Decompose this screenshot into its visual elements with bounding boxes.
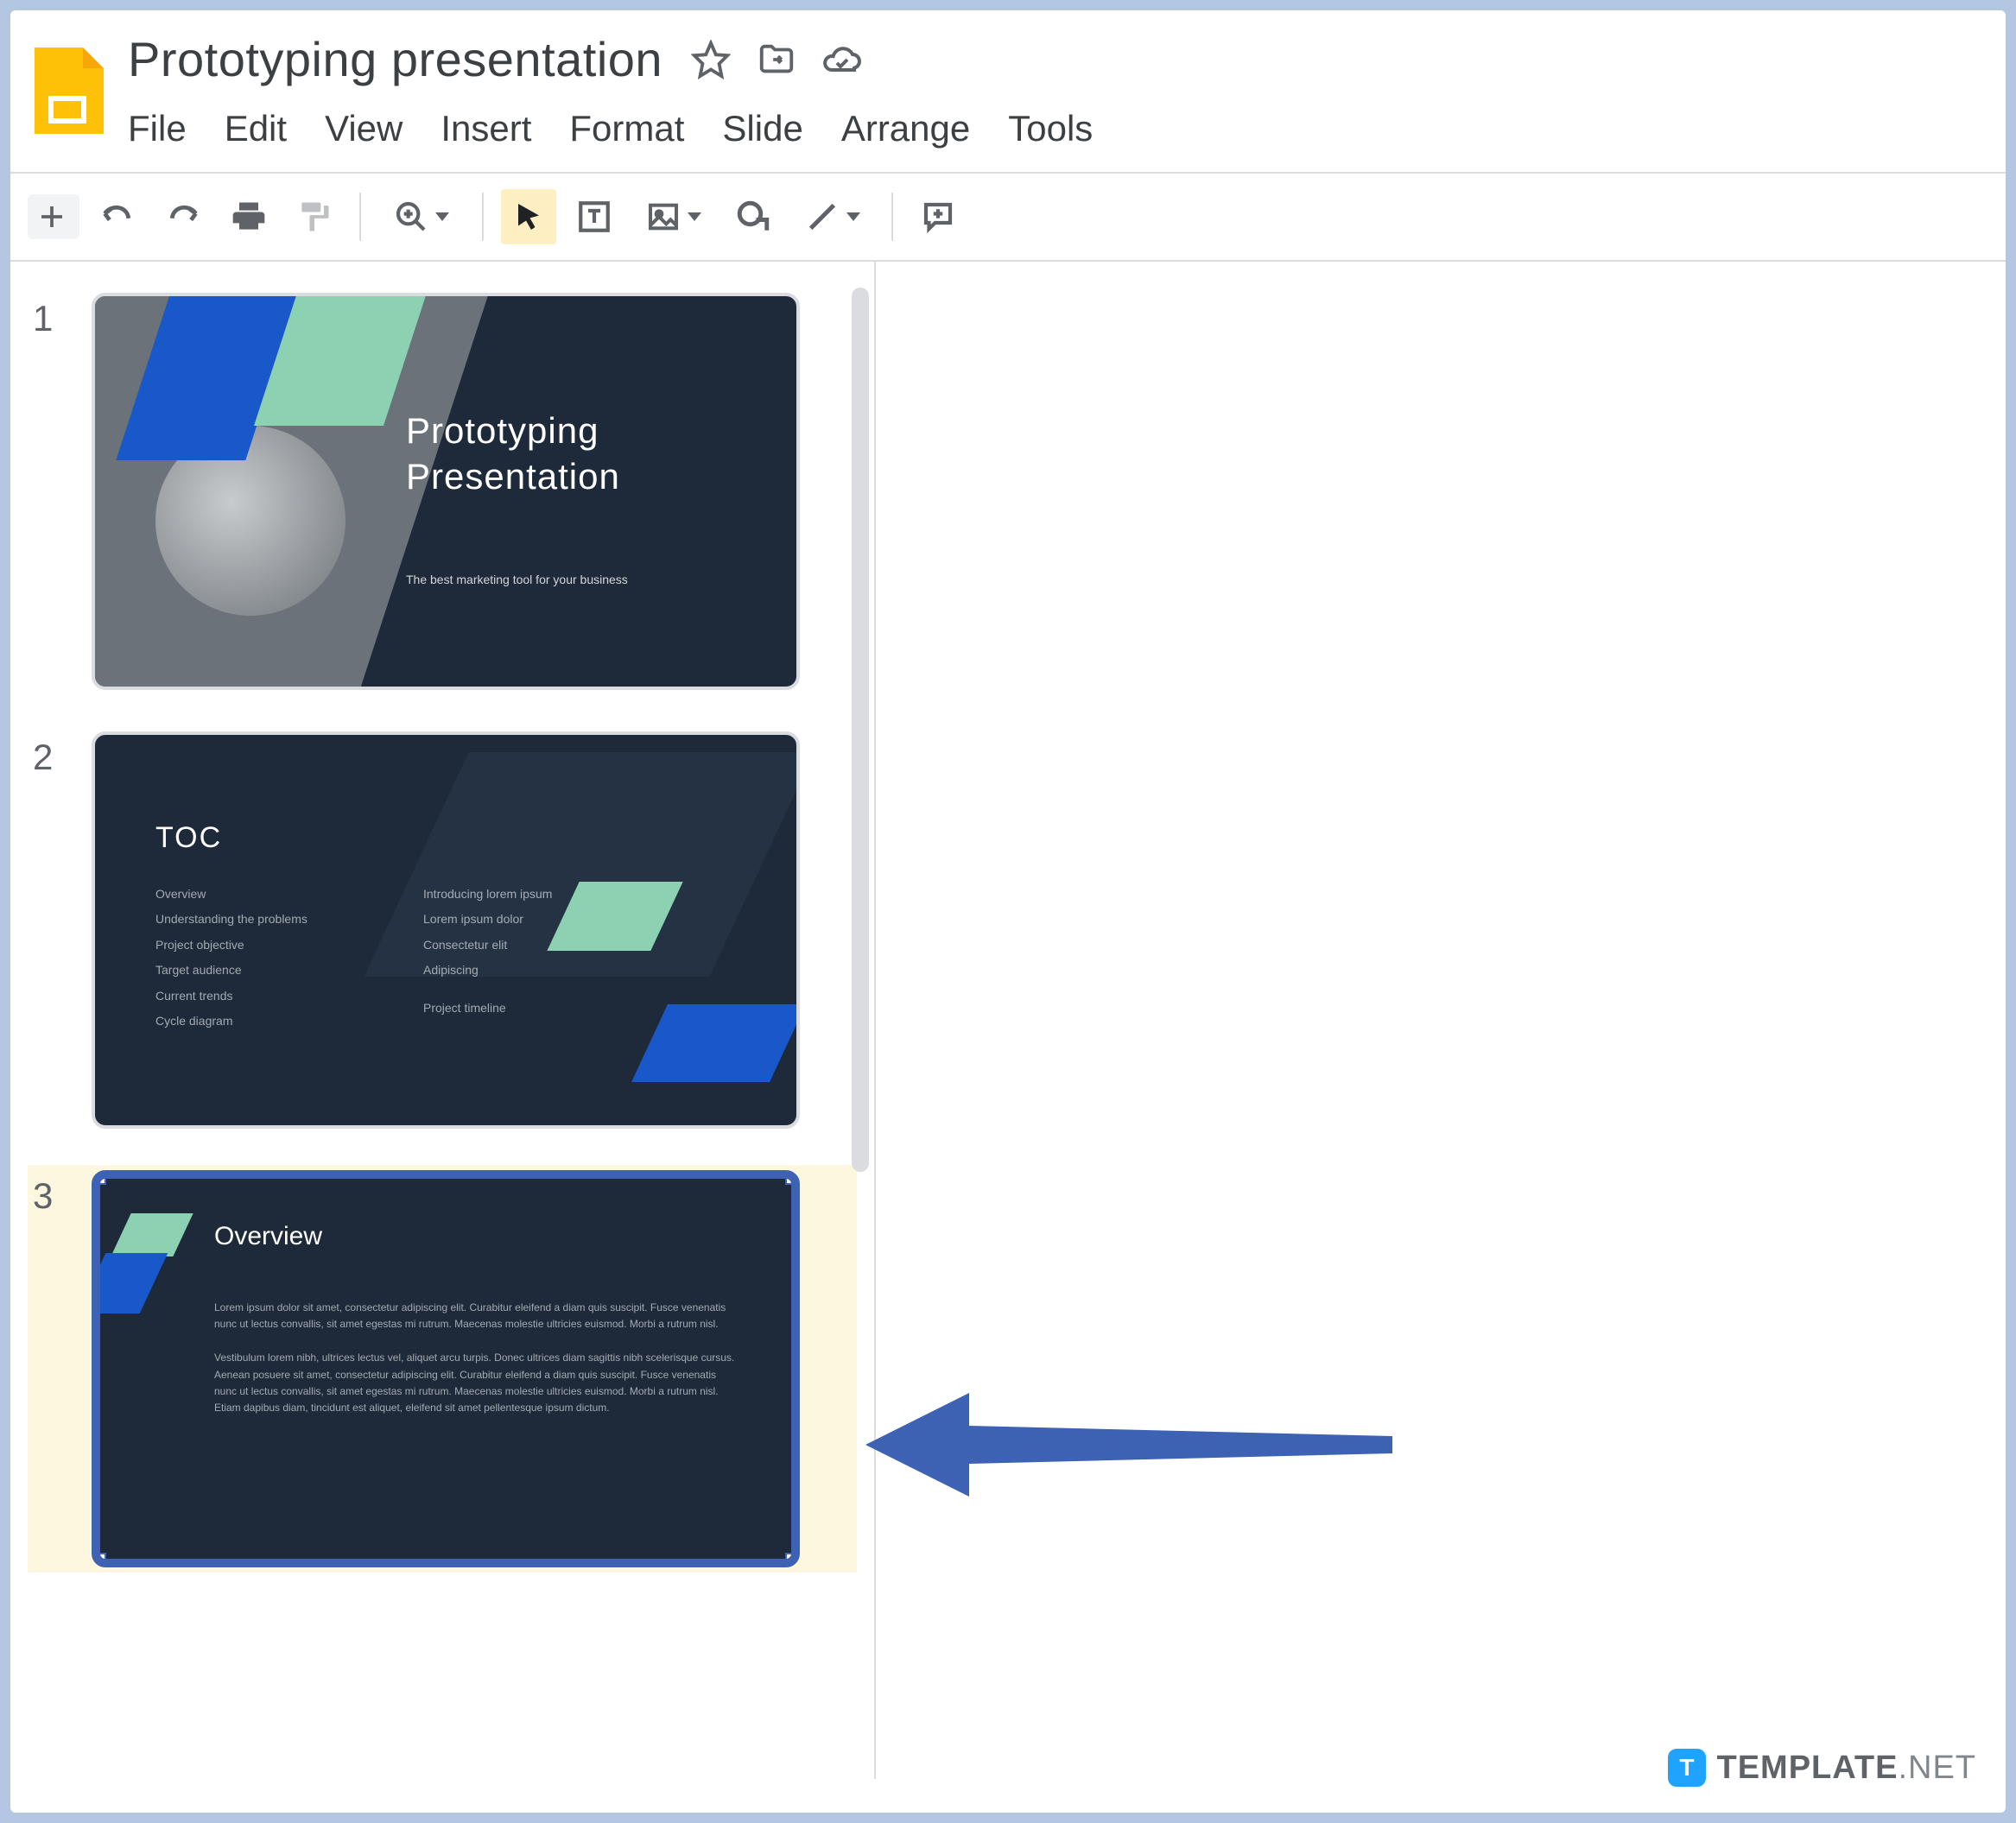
menu-view[interactable]: View <box>325 108 403 149</box>
menu-format[interactable]: Format <box>569 108 684 149</box>
chevron-down-icon[interactable] <box>846 212 860 221</box>
zoom-button[interactable] <box>378 189 465 244</box>
comment-button[interactable] <box>910 189 966 244</box>
redo-button[interactable] <box>155 189 211 244</box>
line-tool-button[interactable] <box>791 189 874 244</box>
menu-tools[interactable]: Tools <box>1008 108 1093 149</box>
menu-bar: File Edit View Insert Format Slide Arran… <box>128 87 1981 149</box>
move-folder-icon[interactable] <box>756 39 797 80</box>
textbox-tool-button[interactable] <box>567 189 622 244</box>
select-tool-button[interactable] <box>501 189 556 244</box>
slide-thumbnail-1[interactable]: Prototyping Presentation The best market… <box>92 293 800 690</box>
slide2-title: TOC <box>155 821 222 855</box>
slides-app-icon <box>35 44 104 137</box>
paint-format-button[interactable] <box>287 189 342 244</box>
slide1-subtitle: The best marketing tool for your busines… <box>406 573 628 586</box>
slide-number: 2 <box>33 731 67 778</box>
document-title[interactable]: Prototyping presentation <box>128 31 662 87</box>
chevron-down-icon[interactable] <box>435 212 449 221</box>
cloud-saved-icon[interactable] <box>821 39 863 80</box>
slide-number: 1 <box>33 293 67 339</box>
slide-panel[interactable]: 1 Prototyping Presentation The best mark… <box>10 262 874 1779</box>
shape-tool-button[interactable] <box>726 189 781 244</box>
menu-arrange[interactable]: Arrange <box>841 108 970 149</box>
slide3-body: Lorem ipsum dolor sit amet, consectetur … <box>214 1300 739 1434</box>
menu-insert[interactable]: Insert <box>441 108 531 149</box>
star-icon[interactable] <box>690 39 732 80</box>
toolbar <box>10 174 2006 260</box>
slide-row-selected[interactable]: 3 Overview Lorem ipsum dolor sit amet, c… <box>28 1165 857 1573</box>
slide-thumbnail-3[interactable]: Overview Lorem ipsum dolor sit amet, con… <box>92 1170 800 1567</box>
app-window: Prototyping presentation File Edit View <box>10 10 2006 1813</box>
slide2-toc-col2: Introducing lorem ipsum Lorem ipsum dolo… <box>423 882 552 1021</box>
menu-file[interactable]: File <box>128 108 187 149</box>
chevron-down-icon[interactable] <box>688 212 701 221</box>
slide-row[interactable]: 2 TOC Overview Understanding the problem… <box>28 726 857 1134</box>
watermark-badge-icon: T <box>1668 1749 1706 1787</box>
slide-canvas[interactable] <box>876 262 2006 1779</box>
watermark: T TEMPLATE.NET <box>1668 1749 1976 1787</box>
slide1-title: Prototyping Presentation <box>406 408 620 499</box>
slide2-toc-col1: Overview Understanding the problems Proj… <box>155 882 307 1034</box>
image-tool-button[interactable] <box>632 189 715 244</box>
menu-edit[interactable]: Edit <box>225 108 287 149</box>
menu-slide[interactable]: Slide <box>722 108 802 149</box>
slide3-title: Overview <box>214 1222 322 1251</box>
scrollbar[interactable] <box>852 288 869 1714</box>
slide-thumbnail-2[interactable]: TOC Overview Understanding the problems … <box>92 731 800 1129</box>
slide-row[interactable]: 1 Prototyping Presentation The best mark… <box>28 288 857 695</box>
titlebar: Prototyping presentation File Edit View <box>10 10 2006 156</box>
undo-button[interactable] <box>90 189 145 244</box>
print-button[interactable] <box>221 189 276 244</box>
new-slide-button[interactable] <box>28 194 79 239</box>
slide-number: 3 <box>33 1170 67 1217</box>
main-area: 1 Prototyping Presentation The best mark… <box>10 262 2006 1779</box>
